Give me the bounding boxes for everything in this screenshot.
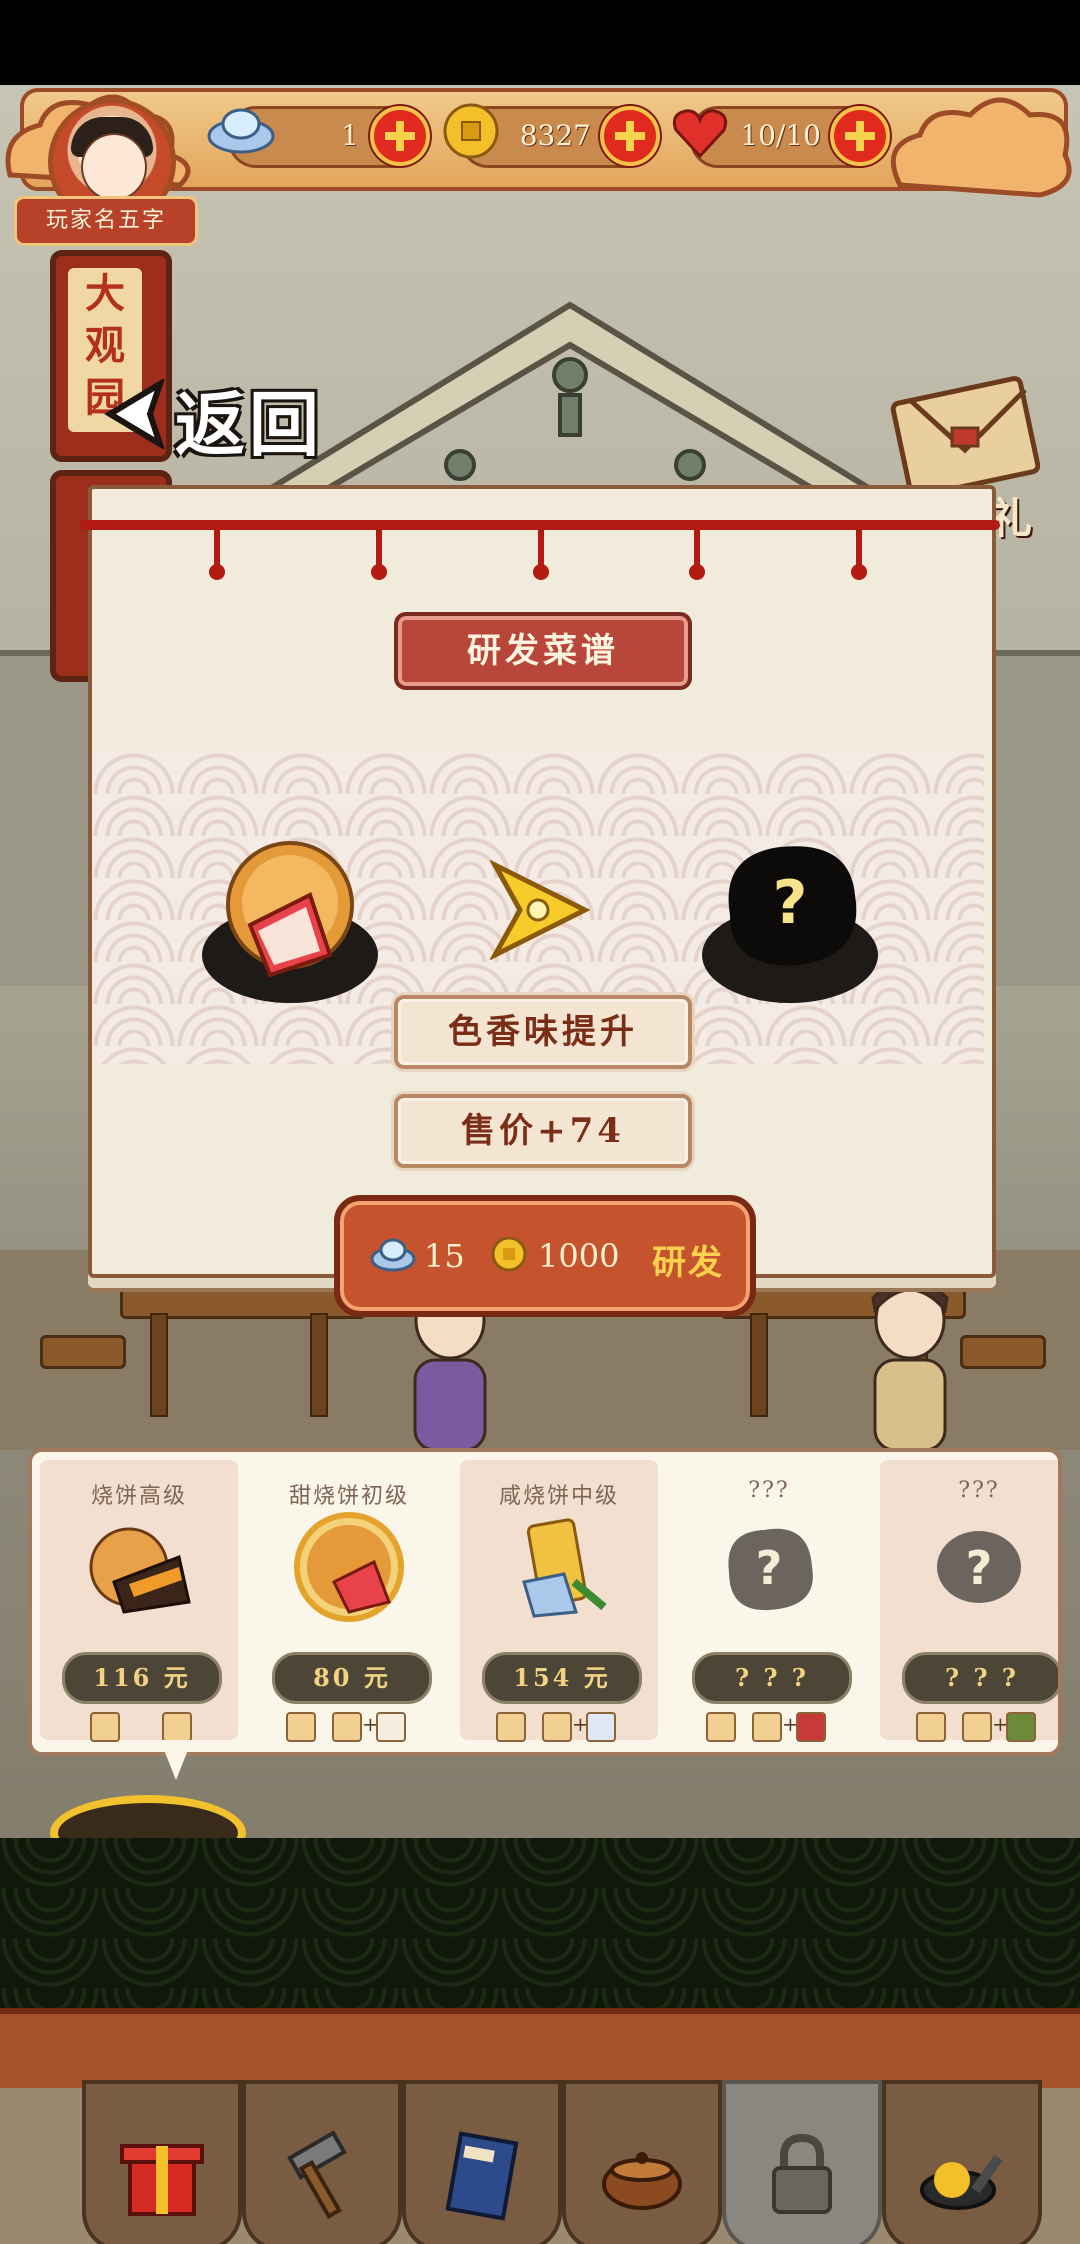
ingredient-icon xyxy=(962,1712,992,1742)
add-gold-button[interactable] xyxy=(600,106,660,166)
lock-icon xyxy=(772,2133,832,2214)
ingredient-icon xyxy=(796,1712,826,1742)
building-roof xyxy=(260,301,880,509)
ingredient-icon xyxy=(286,1712,316,1742)
price-tag: ? ? ? xyxy=(902,1652,1058,1704)
recipe-name: ??? xyxy=(748,1478,790,1503)
cooking-pot-icon xyxy=(602,2152,682,2210)
price-tag: ? ? ? xyxy=(692,1652,852,1704)
table-leg xyxy=(750,1313,768,1417)
silver-value: 1 xyxy=(341,119,359,152)
ingredient-icon xyxy=(162,1712,192,1742)
recipe-card-locked[interactable]: ??? ? ? ? ? + xyxy=(880,1460,1058,1742)
recipe-card-locked[interactable]: ??? ? ? ? ? + xyxy=(670,1460,868,1742)
upgrade-arrow-icon xyxy=(490,860,590,960)
recipe-list: 烧饼高级 116 元 甜烧饼初级 80 元 + 咸烧饼中级 154 元 + ??… xyxy=(28,1448,1062,1756)
unknown-dish-icon: ? xyxy=(937,1531,1021,1603)
add-silver-button[interactable] xyxy=(370,106,430,166)
panel-title-plaque: 研发菜谱 xyxy=(394,612,692,690)
wok-icon xyxy=(920,2154,1003,2210)
gold-cost: 1000 xyxy=(538,1237,620,1275)
ingredient-icon xyxy=(752,1712,782,1742)
panel-hanging-rod xyxy=(80,520,1000,580)
recipe-name: 咸烧饼中级 xyxy=(498,1484,619,1509)
table-leg xyxy=(310,1313,328,1417)
avatar-face xyxy=(81,133,147,201)
panel-title: 研发菜谱 xyxy=(467,631,619,671)
nav-tab-locked[interactable] xyxy=(722,2080,882,2244)
ingredient-icon xyxy=(916,1712,946,1742)
player-name: 玩家名五字 xyxy=(14,196,198,246)
price-text: 154 元 xyxy=(513,1663,611,1692)
selection-pointer xyxy=(160,1740,192,1780)
unknown-dish-icon: ? xyxy=(702,846,878,1003)
unknown-dish-icon: ? xyxy=(728,1528,813,1611)
salty-shaobing-icon xyxy=(522,1518,607,1618)
silver-ingot-icon xyxy=(207,108,275,154)
price-bonus-text: 售价+74 xyxy=(461,1111,625,1151)
price-text: ? ? ? xyxy=(735,1663,809,1692)
recipe-name: 甜烧饼初级 xyxy=(288,1484,409,1509)
gold-coin-icon xyxy=(443,103,499,159)
game-scene: 1 8327 10/10 玩家名五字 大观园 返回 礼 研发菜谱 ? 色香味提升… xyxy=(0,0,1080,2244)
back-arrow-icon xyxy=(104,379,165,449)
shaobing-dish-icon xyxy=(89,1527,191,1614)
recipe-card[interactable]: 咸烧饼中级 154 元 + xyxy=(460,1460,658,1742)
ingredient-icon xyxy=(586,1712,616,1742)
gold-value: 8327 xyxy=(519,119,591,152)
back-button[interactable]: 返回 xyxy=(100,365,340,466)
price-text: 116 元 xyxy=(93,1663,191,1692)
hammer-icon xyxy=(287,2130,347,2219)
sweet-shaobing-icon xyxy=(294,1512,404,1622)
eave-tile-band xyxy=(0,1838,1080,2008)
book-icon xyxy=(445,2131,519,2221)
price-bonus-plaque: 售价+74 xyxy=(394,1094,692,1168)
price-text: ? ? ? xyxy=(945,1663,1019,1692)
ingredient-icon xyxy=(496,1712,526,1742)
table-leg xyxy=(150,1313,168,1417)
price-tag: 154 元 xyxy=(482,1652,642,1704)
price-tag: 116 元 xyxy=(62,1652,222,1704)
gift-box-icon xyxy=(120,2144,204,2216)
table xyxy=(40,1335,126,1369)
recipe-name: ??? xyxy=(958,1478,1000,1503)
develop-label: 研发 xyxy=(652,1243,724,1283)
nav-tab-kitchen[interactable] xyxy=(562,2080,722,2244)
nav-tab-recipes[interactable] xyxy=(402,2080,562,2244)
effect-plaque: 色香味提升 xyxy=(394,995,692,1069)
recipe-card[interactable]: 烧饼高级 116 元 xyxy=(40,1460,238,1742)
back-label: 返回 xyxy=(175,383,323,466)
recipe-card[interactable]: 甜烧饼初级 80 元 + xyxy=(250,1460,448,1742)
nav-tab-build[interactable] xyxy=(242,2080,402,2244)
price-text: 80 元 xyxy=(313,1663,391,1692)
nav-tab-shop[interactable] xyxy=(82,2080,242,2244)
recipe-name: 烧饼高级 xyxy=(90,1484,187,1509)
ingredient-icon xyxy=(706,1712,736,1742)
hearts-value: 10/10 xyxy=(740,119,821,152)
status-bar xyxy=(0,0,1080,85)
ingredient-icon xyxy=(90,1712,120,1742)
silver-cost: 15 xyxy=(424,1237,465,1275)
table xyxy=(960,1335,1046,1369)
silver-ingot-icon xyxy=(370,1238,416,1272)
ingredient-icon xyxy=(542,1712,572,1742)
ingredient-icon xyxy=(1006,1712,1036,1742)
cloud-ornament-right xyxy=(890,97,1072,198)
price-tag: 80 元 xyxy=(272,1652,432,1704)
gold-coin-icon xyxy=(491,1236,527,1272)
svg-text:?: ? xyxy=(773,868,808,938)
wall-right xyxy=(990,650,1080,986)
waiter-character xyxy=(871,1278,949,1450)
ingredient-icon xyxy=(332,1712,362,1742)
nav-tab-cook[interactable] xyxy=(882,2080,1042,2244)
develop-button[interactable]: 15 1000 研发 xyxy=(334,1195,756,1317)
svg-text:?: ? xyxy=(966,1541,993,1595)
effect-text: 色香味提升 xyxy=(448,1012,638,1052)
svg-text:?: ? xyxy=(756,1541,783,1595)
heart-icon xyxy=(672,109,728,158)
ingredient-icon xyxy=(376,1712,406,1742)
gift-envelope-icon[interactable] xyxy=(890,370,1040,500)
add-hearts-button[interactable] xyxy=(830,106,890,166)
current-dish-icon xyxy=(202,841,378,1003)
